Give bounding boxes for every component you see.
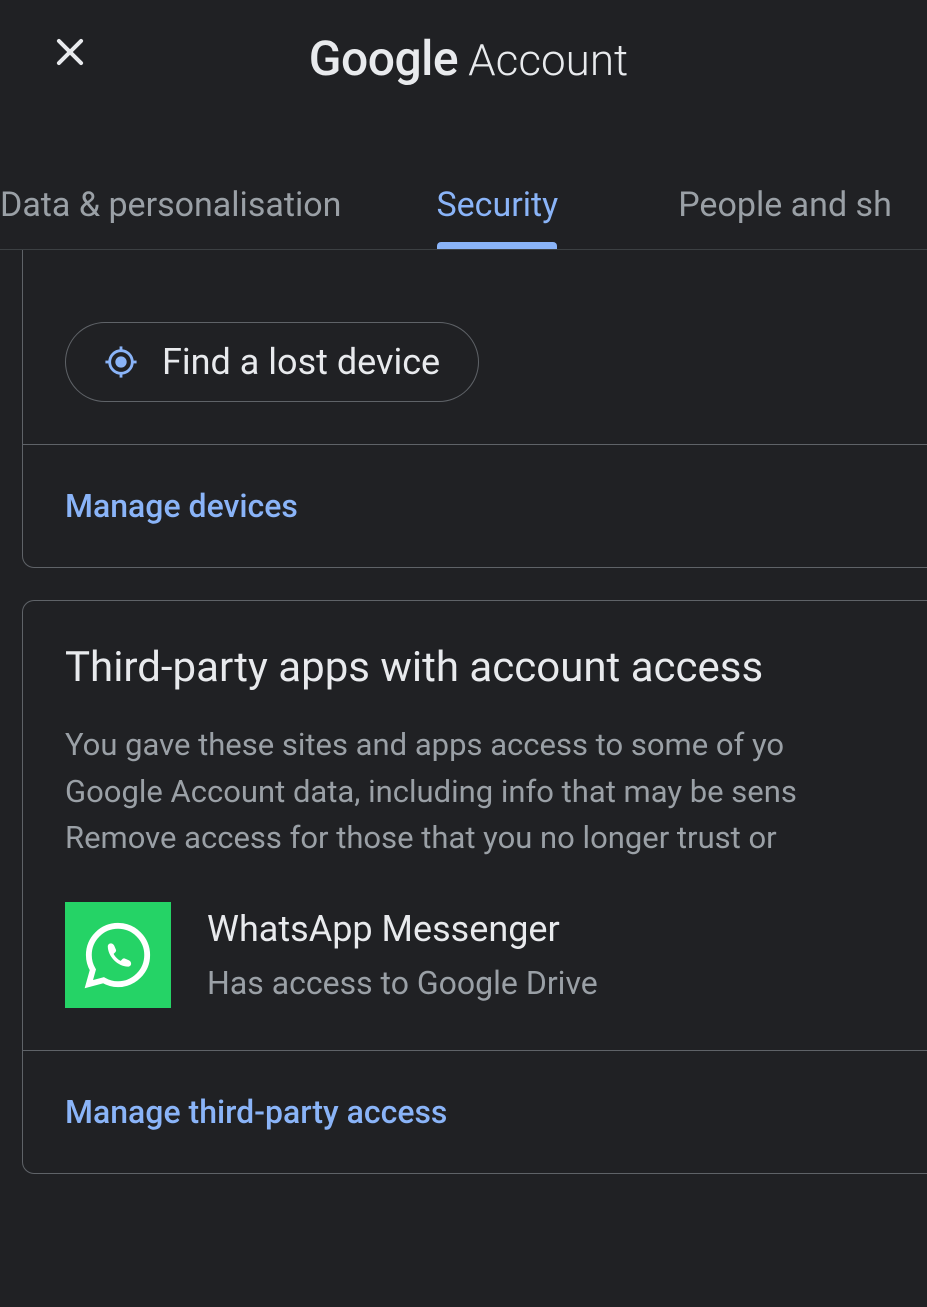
third-party-desc-1: You gave these sites and apps access to … xyxy=(65,722,885,769)
tab-people-sharing[interactable]: People and sh xyxy=(618,167,927,249)
app-access: Has access to Google Drive xyxy=(207,964,598,1002)
devices-card: Find a lost device Manage devices xyxy=(22,250,927,568)
third-party-section: Third-party apps with account access You… xyxy=(23,601,927,1050)
devices-card-footer: Manage devices xyxy=(23,444,927,567)
devices-section: Find a lost device xyxy=(23,250,927,444)
header: Google Account xyxy=(0,0,927,107)
find-lost-device-label: Find a lost device xyxy=(162,341,440,383)
target-icon xyxy=(104,345,138,379)
content-area: Find a lost device Manage devices Third-… xyxy=(0,250,927,1174)
app-info: WhatsApp Messenger Has access to Google … xyxy=(207,908,598,1002)
third-party-card: Third-party apps with account access You… xyxy=(22,600,927,1174)
app-name: WhatsApp Messenger xyxy=(207,908,598,950)
third-party-title: Third-party apps with account access xyxy=(65,643,885,692)
find-lost-device-button[interactable]: Find a lost device xyxy=(65,322,479,402)
title-light: Account xyxy=(468,34,628,86)
close-icon xyxy=(51,33,89,71)
third-party-card-footer: Manage third-party access xyxy=(23,1050,927,1173)
third-party-desc-3: Remove access for those that you no long… xyxy=(65,815,885,862)
whatsapp-icon xyxy=(65,902,171,1008)
app-row-whatsapp[interactable]: WhatsApp Messenger Has access to Google … xyxy=(65,902,885,1008)
title-bold: Google xyxy=(309,30,458,87)
manage-devices-link[interactable]: Manage devices xyxy=(65,487,298,525)
manage-third-party-link[interactable]: Manage third-party access xyxy=(65,1093,447,1131)
tab-data-personalisation[interactable]: Data & personalisation xyxy=(0,167,376,249)
page-title: Google Account xyxy=(50,30,887,87)
tabs-bar: Data & personalisation Security People a… xyxy=(0,107,927,250)
tab-security[interactable]: Security xyxy=(376,167,618,249)
third-party-desc-2: Google Account data, including info that… xyxy=(65,769,885,816)
close-button[interactable] xyxy=(50,32,90,72)
